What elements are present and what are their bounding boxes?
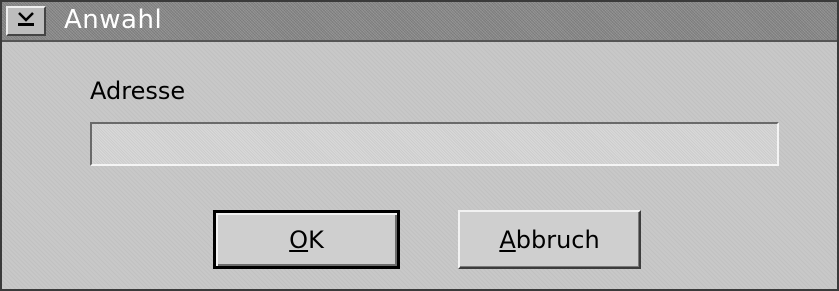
- title-bar[interactable]: Anwahl: [2, 2, 837, 42]
- cancel-button-label: bbruch: [515, 225, 600, 254]
- cancel-button[interactable]: Abbruch: [458, 210, 641, 269]
- window-title: Anwahl: [64, 5, 163, 35]
- ok-button[interactable]: OK: [213, 210, 400, 269]
- address-input[interactable]: [90, 122, 779, 166]
- system-menu-icon: [15, 10, 37, 32]
- ok-button-label: K: [308, 225, 324, 254]
- system-menu-button[interactable]: [6, 6, 46, 36]
- ok-button-mnemonic: O: [289, 225, 309, 254]
- cancel-button-mnemonic: A: [499, 225, 516, 254]
- dialog-window: Anwahl Adresse OK Abbruch: [0, 0, 839, 291]
- address-label: Adresse: [90, 77, 186, 105]
